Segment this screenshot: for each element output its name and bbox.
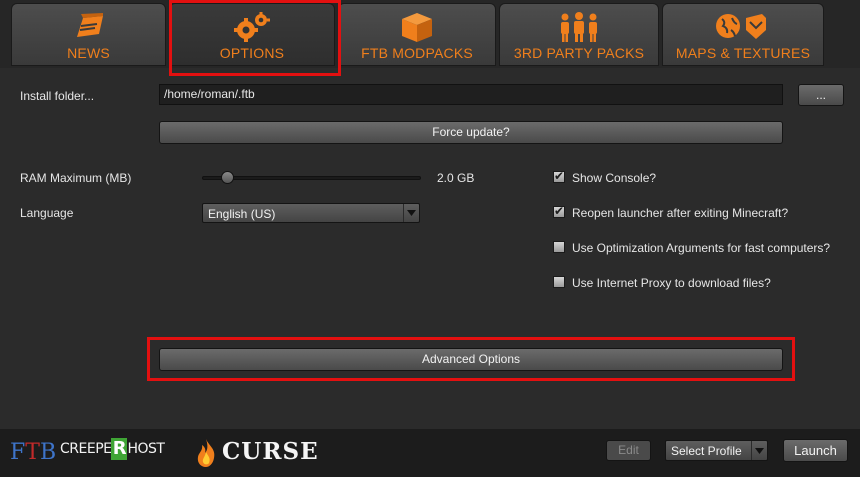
- tab-ftb-modpacks[interactable]: FTB MODPACKS: [338, 3, 496, 66]
- install-folder-label: Install folder...: [20, 89, 95, 103]
- curse-logo: CURSE: [194, 438, 318, 471]
- tab-options[interactable]: OPTIONS: [169, 3, 335, 66]
- tab-3rd-party-packs[interactable]: 3RD PARTY PACKS: [499, 3, 659, 66]
- globe-icon: [663, 12, 823, 42]
- ram-maximum-label: RAM Maximum (MB): [20, 171, 132, 185]
- force-update-button[interactable]: Force update?: [159, 121, 783, 144]
- tab-bar: NEWS OPTIONS FTB MODPACKS 3RD PARTY PACK…: [0, 0, 860, 76]
- launch-button[interactable]: Launch: [783, 439, 848, 462]
- checkmark-icon: ✔: [554, 204, 565, 218]
- flame-icon: [197, 439, 215, 467]
- show-console-label: Show Console?: [572, 171, 657, 185]
- creeperhost-logo: CREEPERHOST: [60, 438, 165, 460]
- reopen-launcher-label: Reopen launcher after exiting Minecraft?: [572, 206, 789, 220]
- select-profile-value: Select Profile: [671, 444, 742, 458]
- tab-3rd-party-packs-label: 3RD PARTY PACKS: [513, 45, 645, 61]
- gears-icon: [170, 12, 334, 42]
- advanced-options-button[interactable]: Advanced Options: [159, 348, 783, 371]
- language-select[interactable]: English (US): [202, 203, 420, 223]
- ram-slider-track[interactable]: [202, 176, 421, 180]
- chevron-down-icon: [751, 441, 767, 460]
- ram-slider-thumb[interactable]: [220, 171, 234, 184]
- tab-news[interactable]: NEWS: [11, 3, 166, 66]
- edit-button[interactable]: Edit: [606, 440, 651, 461]
- tab-maps-textures-label: MAPS & TEXTURES: [675, 45, 811, 61]
- internet-proxy-checkbox[interactable]: [553, 276, 565, 288]
- select-profile-dropdown[interactable]: Select Profile: [665, 440, 768, 461]
- optimization-arguments-label: Use Optimization Arguments for fast comp…: [572, 241, 831, 255]
- ram-value: 2.0 GB: [437, 171, 475, 185]
- checkmark-icon: ✔: [554, 169, 565, 183]
- install-folder-field[interactable]: /home/roman/.ftb: [159, 84, 783, 105]
- tab-options-label: OPTIONS: [219, 45, 285, 61]
- browse-folder-button[interactable]: ...: [798, 84, 844, 106]
- news-icon: [12, 12, 165, 42]
- language-label: Language: [20, 206, 74, 220]
- tab-ftb-modpacks-label: FTB MODPACKS: [361, 45, 473, 61]
- show-console-checkbox[interactable]: ✔: [553, 169, 565, 183]
- language-select-value: English (US): [208, 207, 276, 221]
- tab-maps-textures[interactable]: MAPS & TEXTURES: [662, 3, 824, 66]
- tab-news-label: NEWS: [67, 45, 110, 61]
- ftb-logo: FTB: [10, 440, 57, 465]
- chevron-down-icon: [403, 204, 419, 222]
- reopen-launcher-checkbox[interactable]: ✔: [553, 204, 565, 218]
- internet-proxy-label: Use Internet Proxy to download files?: [572, 276, 771, 290]
- box-icon: [339, 12, 495, 42]
- optimization-arguments-checkbox[interactable]: [553, 241, 565, 253]
- people-icon: [500, 12, 658, 42]
